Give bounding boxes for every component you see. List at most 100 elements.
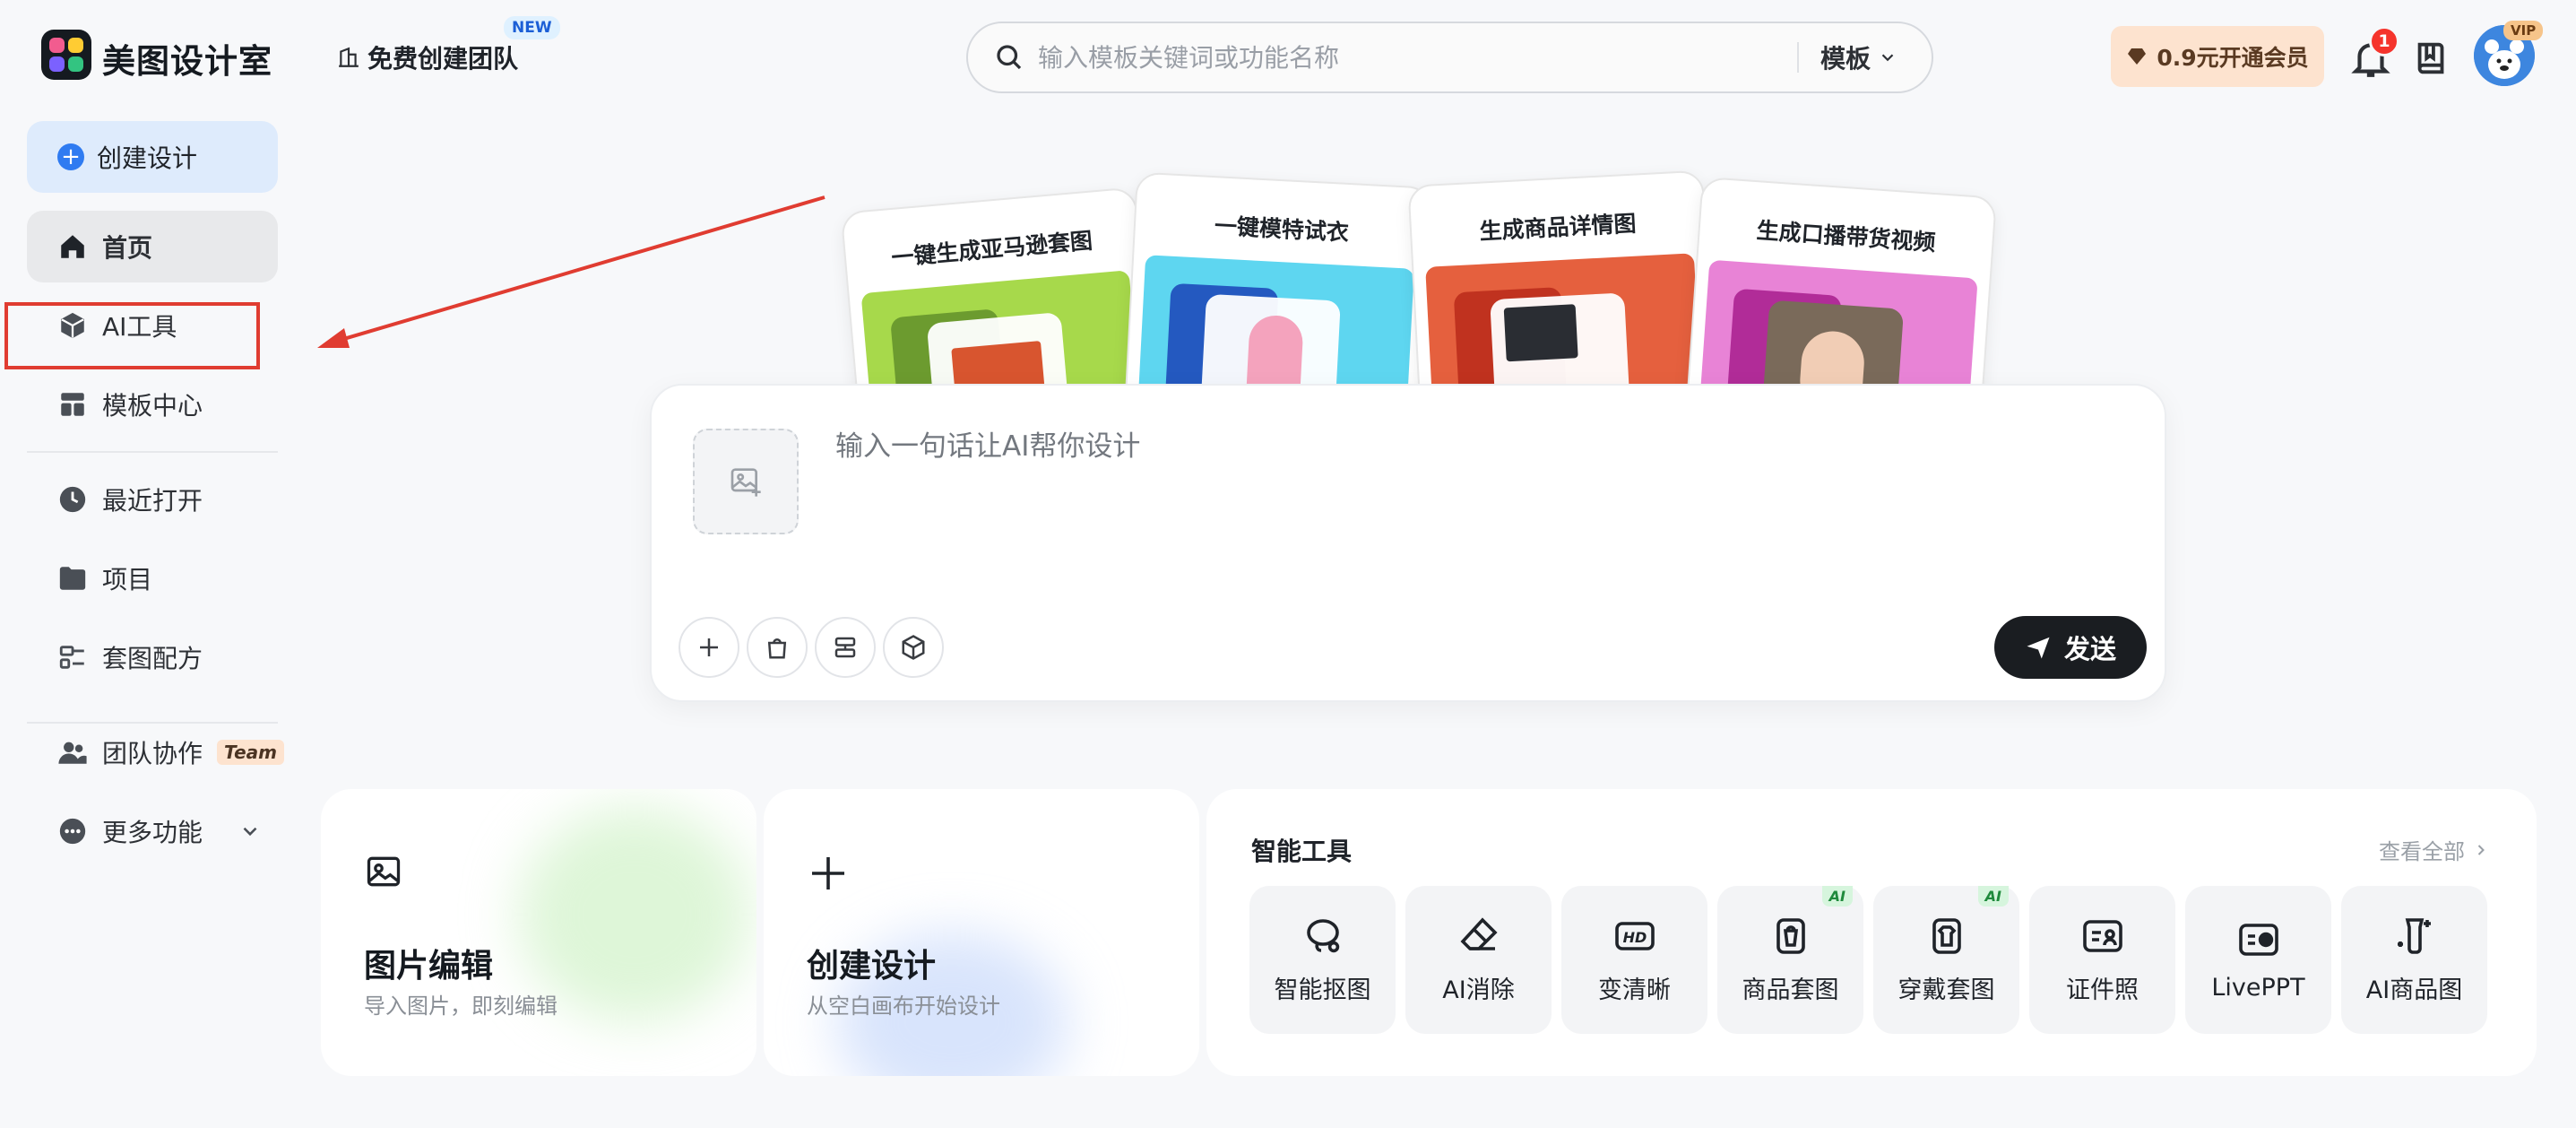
chevron-down-icon bbox=[243, 827, 257, 837]
ai-prompt-panel: 输入一句话让AI帮你设计 发送 bbox=[650, 384, 2166, 702]
brand-name[interactable]: 美图设计室 bbox=[102, 34, 272, 82]
send-button[interactable]: 发送 bbox=[1994, 616, 2147, 679]
team-tag: Team bbox=[217, 740, 284, 765]
search-input[interactable] bbox=[1038, 42, 1776, 73]
tool-label: LivePPT bbox=[2211, 974, 2305, 1002]
layout-recipe-button[interactable] bbox=[815, 617, 876, 678]
plus-icon: + bbox=[57, 143, 84, 170]
recipe-icon bbox=[59, 646, 84, 669]
product-set-icon bbox=[1776, 918, 1805, 954]
tool-ai-product[interactable]: AI商品图 bbox=[2341, 886, 2487, 1034]
add-attachment-button[interactable] bbox=[679, 617, 739, 678]
diamond-icon bbox=[2128, 48, 2147, 65]
sidebar-item-team[interactable]: 团队协作 Team bbox=[27, 716, 287, 788]
folder-icon bbox=[59, 567, 86, 590]
sidebar-item-more[interactable]: 更多功能 bbox=[27, 795, 278, 867]
image-add-icon bbox=[730, 468, 761, 497]
feature-card-title: 生成商品详情图 bbox=[1478, 210, 1638, 245]
search-divider bbox=[1796, 42, 1799, 73]
create-design-title: 创建设计 bbox=[807, 948, 937, 985]
home-icon bbox=[61, 235, 84, 258]
vip-upgrade-label: 0.9元开通会员 bbox=[2157, 45, 2309, 71]
tool-enhance[interactable]: HD 变清晰 bbox=[1561, 886, 1707, 1034]
ppt-icon bbox=[2238, 924, 2278, 956]
avatar-vip-tag: VIP bbox=[2503, 21, 2544, 40]
image-edit-title: 图片编辑 bbox=[364, 948, 494, 985]
tool-live-ppt[interactable]: LivePPT bbox=[2185, 886, 2331, 1034]
tool-smart-cutout[interactable]: 智能抠图 bbox=[1249, 886, 1396, 1034]
book-icon[interactable] bbox=[2411, 38, 2452, 79]
id-photo-icon bbox=[2082, 920, 2122, 952]
annotation-highlight-box bbox=[4, 302, 260, 369]
sidebar-item-templates[interactable]: 模板中心 bbox=[27, 369, 278, 440]
product-bag-button[interactable] bbox=[747, 617, 808, 678]
tool-id-photo[interactable]: 证件照 bbox=[2029, 886, 2175, 1034]
sidebar-item-projects[interactable]: 项目 bbox=[27, 542, 278, 614]
clock-icon bbox=[59, 486, 86, 513]
sidebar-item-label: 模板中心 bbox=[102, 391, 203, 421]
create-team-label: 免费创建团队 bbox=[367, 44, 519, 74]
sidebar-item-recipes[interactable]: 套图配方 bbox=[27, 621, 278, 693]
create-design-subtitle: 从空白画布开始设计 bbox=[807, 994, 1000, 1019]
tool-label: 穿戴套图 bbox=[1897, 976, 1995, 1004]
tool-ai-erase[interactable]: AI消除 bbox=[1405, 886, 1552, 1034]
feature-card-title: 一键模特试衣 bbox=[1214, 213, 1350, 247]
tool-label: 证件照 bbox=[2066, 976, 2139, 1004]
search-type-dropdown[interactable]: 模板 bbox=[1820, 39, 1897, 75]
feature-card-title: 一键生成亚马逊套图 bbox=[890, 227, 1094, 272]
create-design-card[interactable]: 创建设计 从空白画布开始设计 bbox=[764, 789, 1199, 1076]
create-design-label: 创建设计 bbox=[97, 143, 198, 173]
sidebar-divider bbox=[27, 451, 278, 453]
image-edit-subtitle: 导入图片，即刻编辑 bbox=[364, 994, 558, 1019]
smart-tools-panel: 智能工具 查看全部 智能抠图 AI消除 HD 变清晰 AI 商品套图 AI 穿戴… bbox=[1206, 789, 2537, 1076]
sidebar-item-label: 最近打开 bbox=[102, 486, 203, 516]
tool-label: AI商品图 bbox=[2365, 976, 2463, 1004]
sidebar-item-label: 套图配方 bbox=[102, 644, 203, 673]
hd-icon: HD bbox=[1614, 922, 1655, 950]
layout-icon bbox=[61, 393, 84, 416]
ai-badge: AI bbox=[1977, 886, 2009, 907]
sidebar-item-label: 首页 bbox=[102, 233, 153, 263]
image-edit-card[interactable]: 图片编辑 导入图片，即刻编辑 bbox=[321, 789, 756, 1076]
tool-label: AI消除 bbox=[1442, 976, 1515, 1004]
wear-set-icon bbox=[1932, 918, 1961, 954]
3d-model-button[interactable] bbox=[883, 617, 944, 678]
create-design-button[interactable]: + 创建设计 bbox=[27, 121, 278, 193]
sidebar-item-label: 团队协作 bbox=[102, 739, 203, 768]
prompt-input[interactable]: 输入一句话让AI帮你设计 bbox=[835, 423, 1140, 464]
lasso-icon bbox=[1306, 919, 1339, 953]
app-logo-icon[interactable] bbox=[41, 30, 91, 80]
search-bar[interactable]: 模板 bbox=[966, 22, 1933, 93]
image-upload-button[interactable] bbox=[693, 429, 799, 534]
tool-wear-set[interactable]: AI 穿戴套图 bbox=[1873, 886, 2019, 1034]
sidebar-item-recent[interactable]: 最近打开 bbox=[27, 464, 278, 535]
search-type-label: 模板 bbox=[1820, 44, 1871, 74]
ai-badge: AI bbox=[1821, 886, 1853, 907]
tool-label: 变清晰 bbox=[1598, 976, 1671, 1004]
shopping-bag-icon bbox=[767, 638, 787, 659]
sidebar-item-label: 更多功能 bbox=[102, 818, 203, 847]
more-icon bbox=[59, 818, 86, 845]
tool-product-set[interactable]: AI 商品套图 bbox=[1717, 886, 1863, 1034]
send-icon bbox=[2027, 637, 2050, 659]
image-icon bbox=[367, 856, 401, 887]
new-badge: NEW bbox=[504, 16, 560, 39]
cube-icon bbox=[902, 635, 925, 660]
chevron-down-icon bbox=[1881, 54, 1894, 62]
team-icon bbox=[58, 742, 87, 764]
notification-count-badge: 1 bbox=[2369, 26, 2399, 56]
plus-icon bbox=[812, 857, 844, 889]
vip-upgrade-button[interactable]: 0.9元开通会员 bbox=[2111, 26, 2324, 87]
svg-text:HD: HD bbox=[1622, 929, 1647, 946]
plus-icon bbox=[700, 638, 718, 656]
chevron-right-icon bbox=[2477, 844, 2485, 855]
create-team-link[interactable]: 免费创建团队 bbox=[337, 39, 518, 75]
send-label: 发送 bbox=[2063, 634, 2116, 664]
building-icon bbox=[339, 47, 359, 67]
sidebar-item-home[interactable]: 首页 bbox=[27, 211, 278, 282]
recipe-icon bbox=[834, 637, 856, 658]
see-all-label: 查看全部 bbox=[2379, 839, 2465, 864]
sidebar-item-label: 项目 bbox=[102, 565, 153, 594]
see-all-link[interactable]: 查看全部 bbox=[2379, 834, 2490, 865]
smart-tools-title: 智能工具 bbox=[1251, 837, 1353, 866]
